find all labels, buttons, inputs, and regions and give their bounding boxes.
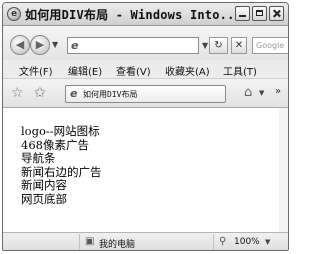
minimize-button[interactable] [235, 6, 250, 21]
forward-arrow-icon: ▶ [35, 38, 45, 51]
home-icon[interactable]: ⌂ [244, 85, 252, 100]
search-input[interactable]: Google [252, 37, 288, 54]
menu-favorites[interactable]: 收藏夹(A) [165, 63, 210, 78]
zoom-level[interactable]: 100% [234, 237, 260, 247]
menu-view[interactable]: 查看(V) [116, 63, 151, 78]
star-icon[interactable]: ☆ [11, 85, 24, 101]
address-input[interactable]: e [67, 37, 199, 54]
menu-edit[interactable]: 编辑(E) [68, 63, 102, 78]
ie-icon: e [7, 7, 21, 21]
tab-label: 如何用DIV布局 [83, 90, 138, 99]
line-ad-468: 468像素广告 [21, 137, 89, 152]
forward-button[interactable]: ▶ [30, 35, 50, 55]
zoom-dropdown-icon[interactable]: ▼ [265, 238, 270, 246]
line-news-ad: 新闻右边的广告 [21, 164, 102, 179]
line-news-content: 新闻内容 [21, 178, 67, 192]
home-dropdown-icon[interactable]: ▼ [259, 89, 264, 97]
computer-icon: ▣ [85, 236, 95, 247]
status-bar: ▣ 我的电脑 ⚲ 100% ▼ [3, 232, 288, 250]
title-bar: e 如何用DIV布局 - Windows Into... [3, 3, 288, 26]
page-icon: e [70, 87, 78, 100]
refresh-icon: ↻ [214, 40, 223, 51]
back-button[interactable]: ◀ [10, 35, 30, 55]
status-divider [213, 234, 214, 250]
refresh-button[interactable]: ↻ [209, 37, 228, 54]
status-divider [79, 234, 80, 250]
close-button[interactable] [269, 6, 284, 21]
content-lines: logo--网站图标 468像素广告 导航条 新闻右边的广告 新闻内容 网页底部 [21, 124, 102, 206]
tab-current[interactable]: e 如何用DIV布局 [65, 85, 226, 103]
chevron-icon[interactable]: » [275, 86, 281, 97]
window-title: 如何用DIV布局 - Windows Into... [25, 8, 242, 22]
status-zone: 我的电脑 [99, 240, 136, 250]
address-toolbar: ◀ ▶ ▼ e ▼ ↻ ✕ Google [3, 26, 288, 60]
scrollbar[interactable] [279, 108, 288, 232]
address-dropdown-icon[interactable]: ▼ [202, 41, 208, 50]
magnifier-icon[interactable]: ⚲ [219, 236, 226, 247]
add-favorite-icon[interactable]: ✩ [34, 85, 46, 101]
maximize-button[interactable] [252, 6, 267, 21]
page-content: logo--网站图标 468像素广告 导航条 新闻右边的广告 新闻内容 网页底部 [3, 108, 280, 232]
line-nav: 导航条 [21, 151, 56, 165]
back-arrow-icon: ◀ [15, 38, 25, 51]
browser-window: e 如何用DIV布局 - Windows Into... ◀ ▶ ▼ e ▼ ↻… [2, 2, 289, 251]
line-footer: 网页底部 [21, 191, 67, 206]
history-dropdown-icon[interactable]: ▼ [52, 40, 58, 49]
menu-file[interactable]: 文件(F) [19, 63, 53, 78]
tab-row: ☆ ✩ e 如何用DIV布局 ⌂ ▼ » [3, 79, 288, 108]
menu-tools[interactable]: 工具(T) [223, 63, 257, 78]
stop-button[interactable]: ✕ [231, 37, 247, 54]
menu-bar: 文件(F) 编辑(E) 查看(V) 收藏夹(A) 工具(T) [3, 60, 288, 79]
stop-icon: ✕ [234, 40, 244, 51]
line-logo: logo--网站图标 [21, 124, 100, 138]
page-icon: e [71, 39, 79, 52]
